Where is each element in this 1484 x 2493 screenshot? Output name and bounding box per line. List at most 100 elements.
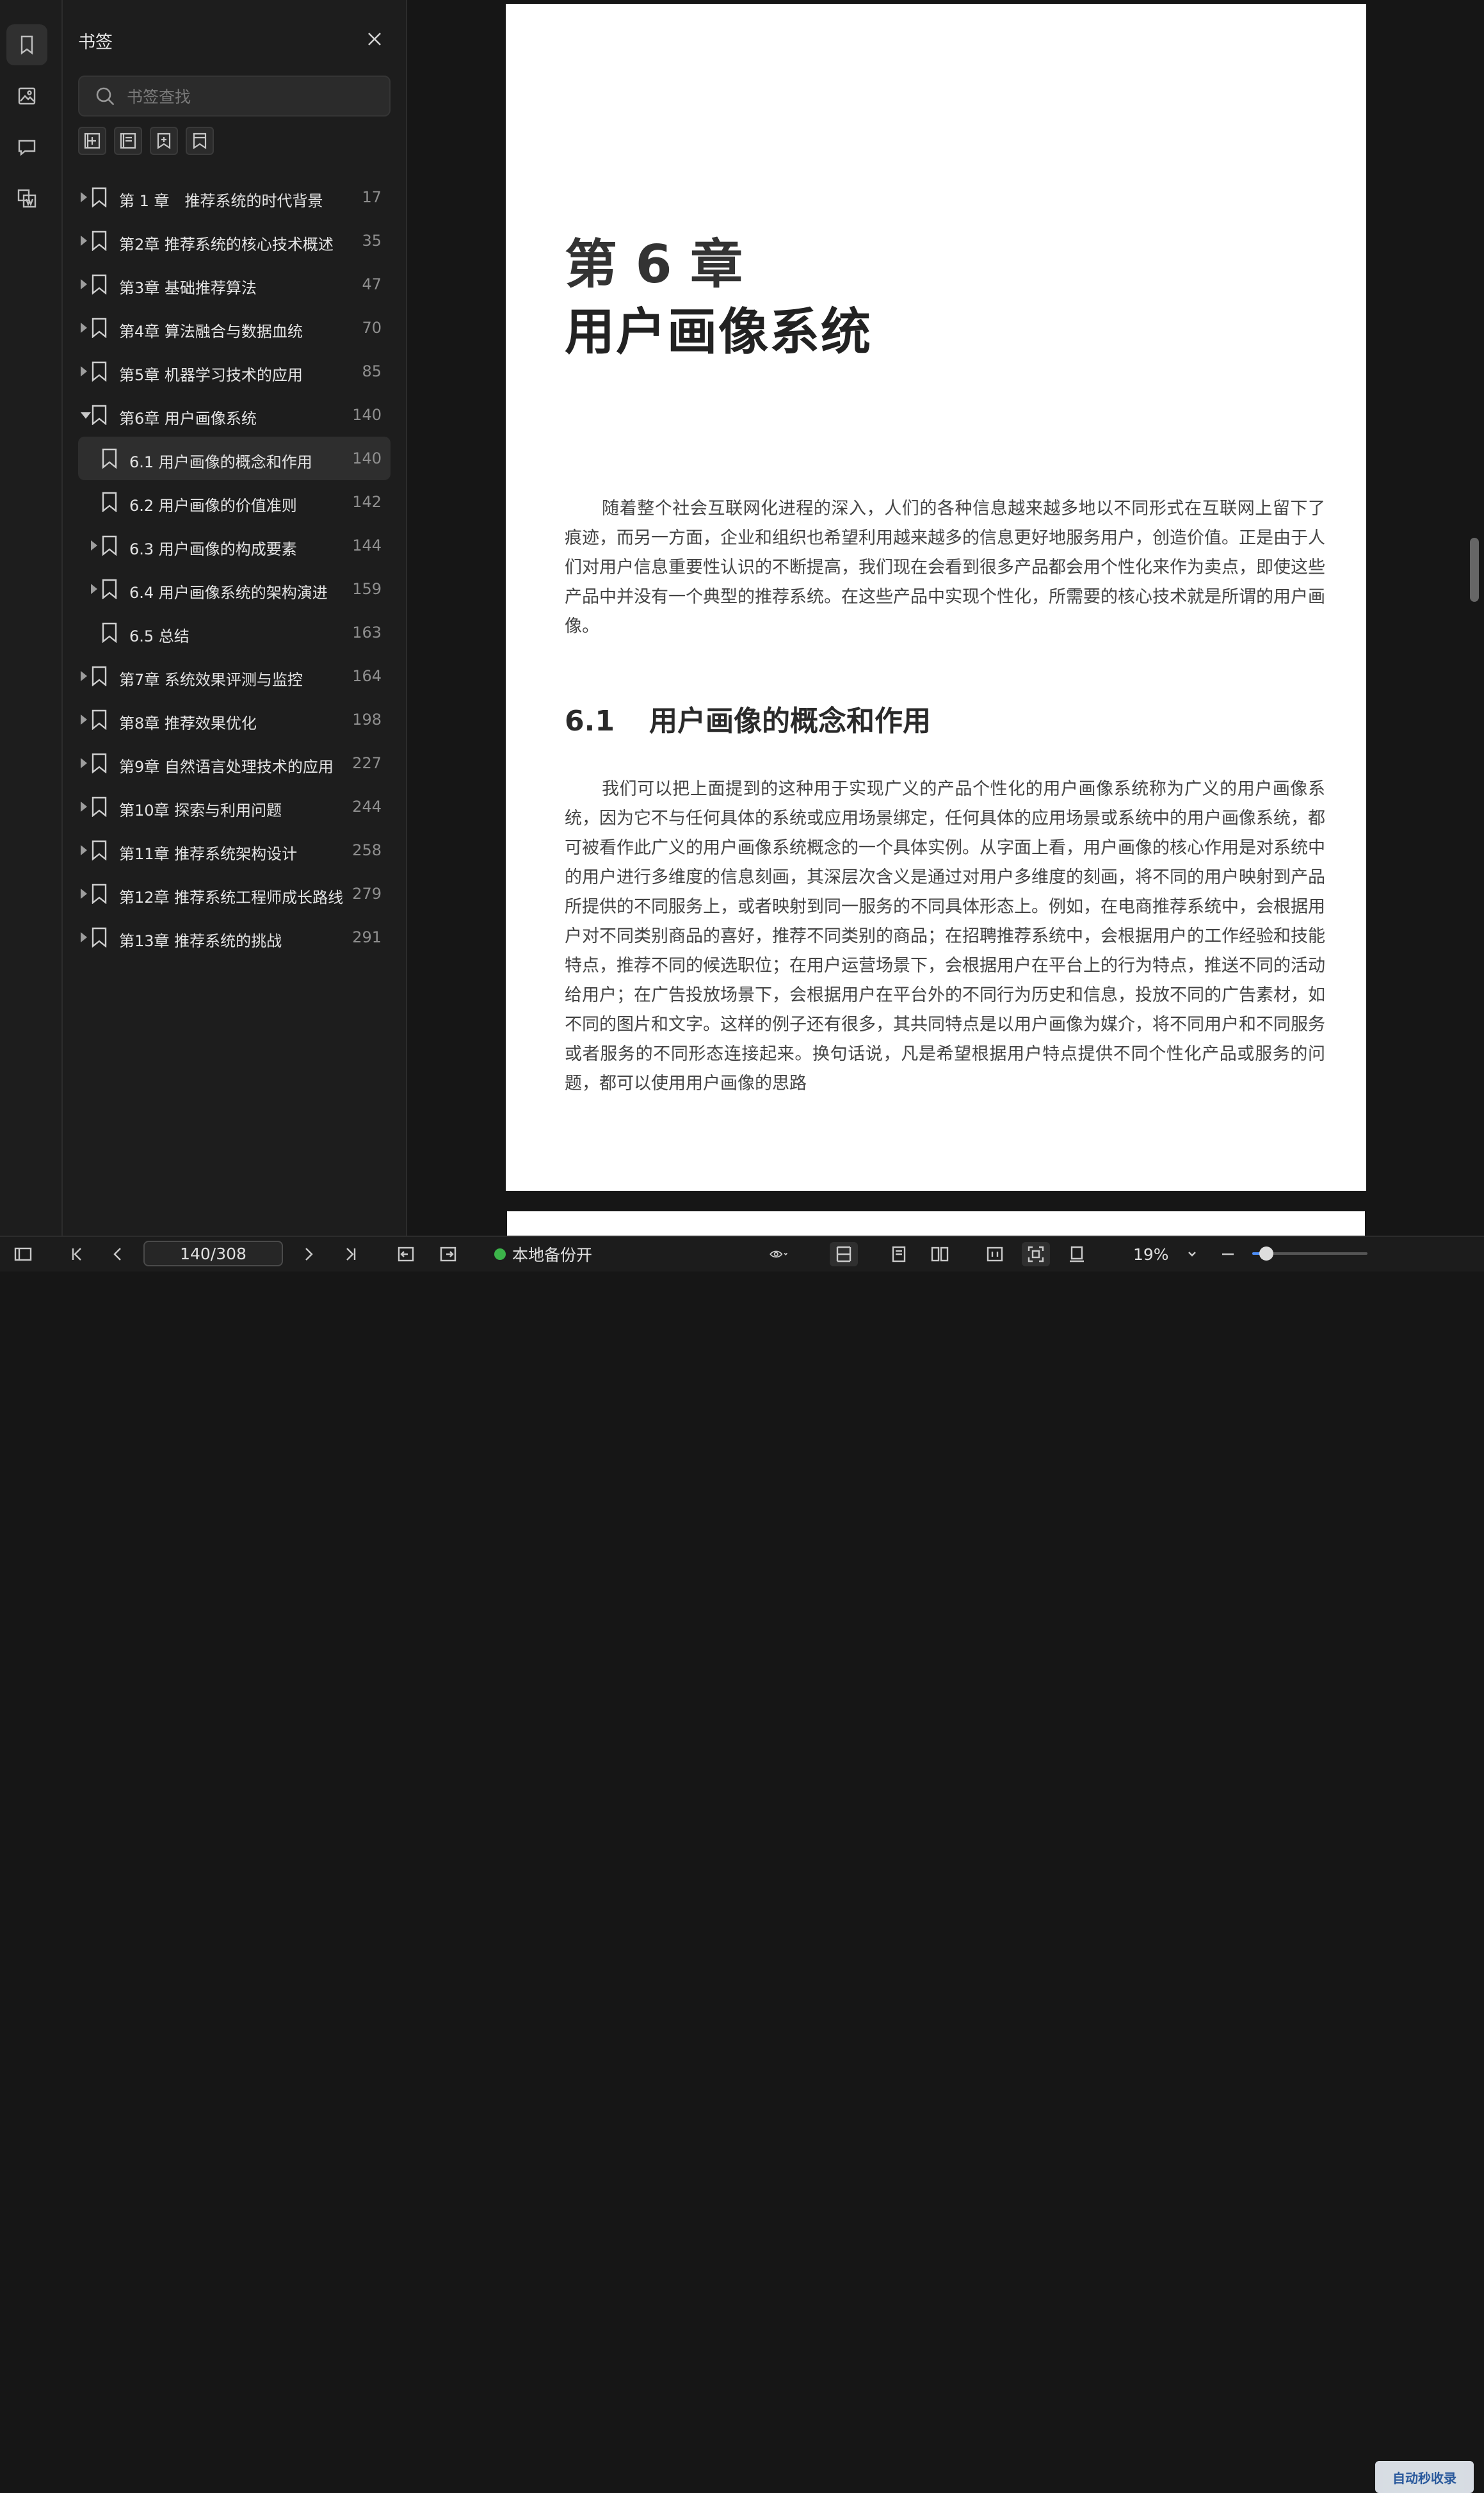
bookmark-item-label: 6.3 用户画像的构成要素 [129,540,297,558]
bookmark-item-page: 164 [352,667,382,685]
next-page-button[interactable] [296,1242,321,1266]
caret-down-icon[interactable] [81,412,91,419]
zoom-level[interactable]: 19% [1133,1242,1169,1266]
backup-status[interactable]: 本地备份开 [494,1242,592,1266]
caret-right-icon[interactable] [91,584,97,594]
caret-right-icon[interactable] [81,279,87,289]
view-mode-button[interactable] [759,1242,798,1266]
page-indicator[interactable]: 140/308 [143,1241,283,1266]
add-child-bookmark-button[interactable] [150,127,178,155]
caret-right-icon[interactable] [81,845,87,855]
close-icon [368,33,381,45]
bookmark-item[interactable]: 第11章 推荐系统架构设计 258 [78,828,391,872]
first-page-button[interactable] [64,1242,90,1266]
zoom-slider[interactable] [1252,1246,1367,1261]
caret-right-icon[interactable] [81,323,87,333]
bookmark-item[interactable]: 第 1 章 推荐系统的时代背景 17 [78,175,391,219]
double-page-button[interactable] [927,1242,953,1266]
bookmark-item[interactable]: 6.4 用户画像系统的架构演进 159 [78,567,391,611]
bookmark-item-page: 140 [352,406,382,424]
bookmark-item[interactable]: 6.2 用户画像的价值准则 142 [78,480,391,524]
bookmark-item[interactable]: 第5章 机器学习技术的应用 85 [78,350,391,393]
forward-button[interactable] [435,1242,461,1266]
bookmark-item[interactable]: 第10章 探索与利用问题 244 [78,785,391,828]
last-page-icon [346,1248,356,1261]
bookmark-item[interactable]: 第9章 自然语言处理技术的应用 227 [78,741,391,785]
bookmark-item[interactable]: 第8章 推荐效果优化 198 [78,698,391,741]
bookmark-item-page: 144 [352,537,382,554]
bookmark-item[interactable]: 6.1 用户画像的概念和作用 140 [78,437,391,480]
bookmark-search-input[interactable] [125,83,384,110]
bookmark-item-label: 6.2 用户画像的价值准则 [129,497,297,515]
caret-right-icon[interactable] [81,758,87,768]
vertical-scrollbar[interactable] [1470,538,1479,602]
bookmark-item-label: 6.5 总结 [129,627,190,645]
actual-size-icon [1070,1246,1084,1263]
last-page-button[interactable] [338,1242,364,1266]
bookmark-item[interactable]: 第3章 基础推荐算法 47 [78,262,391,306]
bookmark-item[interactable]: 第12章 推荐系统工程师成长路线 279 [78,872,391,916]
bookmark-outline-button[interactable] [186,127,214,155]
chevron-down-icon [1188,1252,1196,1257]
sidebar-toggle-icon [14,1247,32,1261]
paragraph-body: 我们可以把上面提到的这种用于实现广义的产品个性化的用户画像系统称为广义的用户画像… [565,779,1325,1093]
backup-label: 本地备份开 [512,1246,593,1264]
comment-panel-button[interactable] [6,127,47,168]
toggle-sidebar-button[interactable] [10,1242,36,1266]
back-button[interactable] [393,1242,419,1266]
image-panel-button[interactable] [6,76,47,117]
add-bookmark-button[interactable] [78,127,106,155]
bookmark-item[interactable]: 第2章 推荐系统的核心技术概述 35 [78,219,391,262]
comment-icon [18,140,36,156]
bookmark-item-icon [101,448,118,469]
page-fit-button[interactable] [830,1242,858,1266]
bookmark-item-icon [91,666,108,687]
caret-right-icon[interactable] [81,236,87,246]
bookmark-item-page: 244 [352,798,382,816]
bookmark-item[interactable]: 第13章 推荐系统的挑战 291 [78,916,391,959]
caret-right-icon[interactable] [81,671,87,681]
fit-width-icon [987,1246,1003,1262]
prev-page-button[interactable] [105,1242,131,1266]
bookmark-icon [92,318,107,339]
fit-width-button[interactable] [982,1242,1008,1266]
single-page-icon [892,1246,906,1263]
bookmark-item-icon [101,492,118,513]
bookmark-item[interactable]: 第7章 系统效果评测与监控 164 [78,654,391,698]
caret-right-icon[interactable] [81,714,87,725]
zoom-out-button[interactable] [1215,1242,1241,1266]
zoom-dropdown-button[interactable] [1179,1242,1205,1266]
bookmark-item-page: 258 [352,841,382,859]
caret-right-icon[interactable] [81,889,87,899]
caret-right-icon[interactable] [81,932,87,942]
bookmark-item[interactable]: 第4章 算法融合与数据血统 70 [78,306,391,350]
eye-icon [770,1250,788,1258]
bookmark-item-label: 6.4 用户画像系统的架构演进 [129,584,328,602]
image-icon [18,87,36,105]
bookmark-item-page: 159 [352,580,382,598]
bookmark-icon [92,361,107,382]
caret-right-icon[interactable] [81,802,87,812]
bookmark-item[interactable]: 6.3 用户画像的构成要素 144 [78,524,391,567]
bookmark-item[interactable]: 6.5 总结 163 [78,611,391,654]
collapse-bookmarks-button[interactable] [114,127,142,155]
caret-right-icon[interactable] [91,540,97,551]
bookmark-item-page: 291 [352,928,382,946]
thumbnail-panel-button[interactable] [6,178,47,219]
fit-page-button[interactable] [1022,1242,1050,1266]
bookmark-item-icon [91,230,108,252]
bookmark-panel-button[interactable] [6,24,47,65]
caret-right-icon[interactable] [81,192,87,202]
zoom-slider-handle[interactable] [1259,1246,1273,1261]
close-panel-button[interactable] [364,28,385,50]
single-page-button[interactable] [886,1242,912,1266]
bookmark-item-icon [91,840,108,861]
actual-size-button[interactable] [1064,1242,1090,1266]
caret-right-icon[interactable] [81,366,87,376]
bookmark-item[interactable]: 第6章 用户画像系统 140 [78,393,391,437]
bookmark-icon [92,709,107,730]
bookmark-item-page: 279 [352,885,382,903]
bookmark-item-page: 17 [362,188,382,206]
bookmark-item-page: 85 [362,362,382,380]
bookmark-icon [92,753,107,774]
